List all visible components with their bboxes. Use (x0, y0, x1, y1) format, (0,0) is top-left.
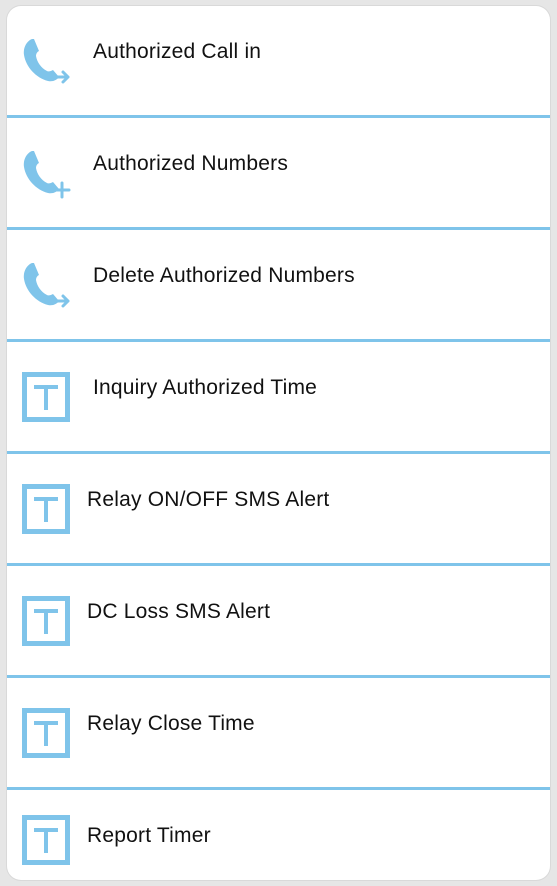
menu-item-authorized-numbers[interactable]: Authorized Numbers (7, 118, 550, 230)
t-box-icon (18, 812, 74, 868)
menu-item-dc-loss-sms-alert[interactable]: DC Loss SMS Alert (7, 566, 550, 678)
menu-item-report-timer[interactable]: Report Timer (7, 790, 550, 880)
phone-arrow-icon (18, 33, 74, 89)
t-box-icon (18, 593, 74, 649)
menu-item-inquiry-authorized-time[interactable]: Inquiry Authorized Time (7, 342, 550, 454)
menu-item-label: Relay Close Time (87, 712, 255, 735)
menu-item-label: Delete Authorized Numbers (93, 264, 355, 287)
t-box-icon (18, 705, 74, 761)
menu-item-label: Report Timer (87, 824, 211, 847)
menu-item-label: Authorized Numbers (93, 152, 289, 175)
menu-item-label: Authorized Call in (93, 40, 262, 63)
t-box-icon (18, 481, 74, 537)
menu-list: Authorized Call in Authorized Numbers De… (7, 6, 550, 880)
t-box-icon (18, 369, 74, 425)
menu-item-delete-authorized-numbers[interactable]: Delete Authorized Numbers (7, 230, 550, 342)
menu-item-authorized-call-in[interactable]: Authorized Call in (7, 6, 550, 118)
menu-item-label: DC Loss SMS Alert (87, 600, 271, 623)
menu-item-label: Inquiry Authorized Time (93, 376, 318, 399)
menu-item-relay-on-off-sms-alert[interactable]: Relay ON/OFF SMS Alert (7, 454, 550, 566)
menu-item-relay-close-time[interactable]: Relay Close Time (7, 678, 550, 790)
phone-plus-icon (18, 145, 74, 201)
menu-item-label: Relay ON/OFF SMS Alert (87, 488, 330, 511)
phone-arrow-icon (18, 257, 74, 313)
